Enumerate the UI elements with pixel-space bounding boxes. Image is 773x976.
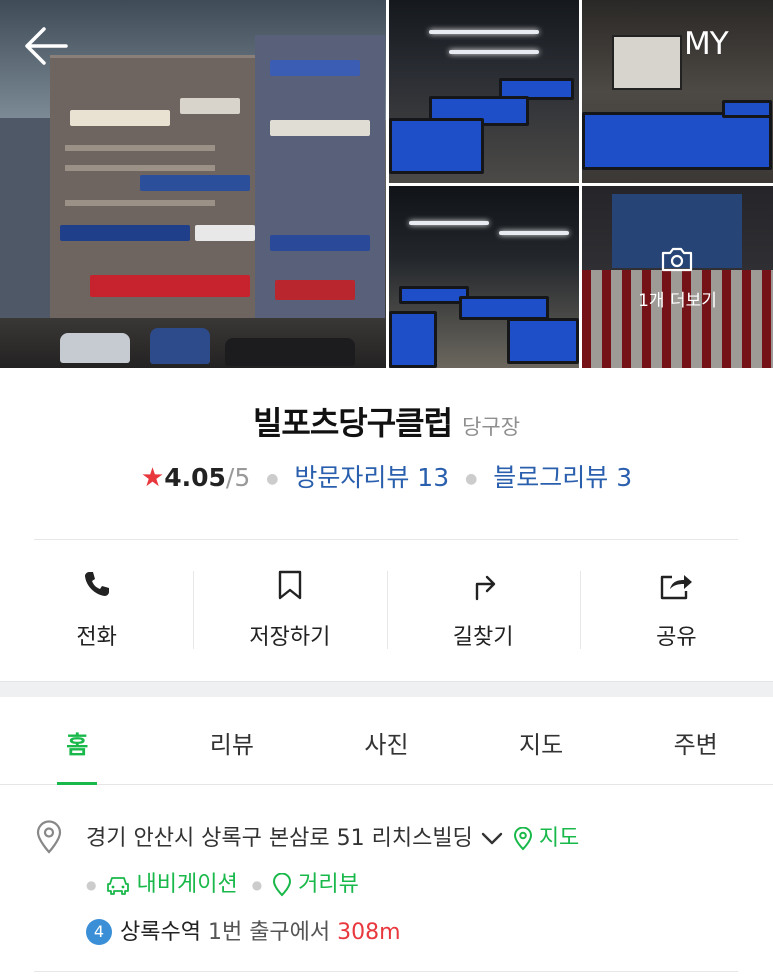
photo-billiard-table bbox=[389, 118, 484, 174]
share-icon bbox=[661, 575, 693, 600]
photo-sign bbox=[180, 98, 240, 114]
photo-billiard-table bbox=[582, 112, 772, 170]
photo-windows bbox=[65, 200, 215, 206]
photo-sign bbox=[70, 110, 170, 126]
save-label: 저장하기 bbox=[249, 625, 331, 650]
map-link-label: 지도 bbox=[538, 826, 580, 851]
street-view-link[interactable]: 거리뷰 bbox=[272, 872, 359, 897]
subway-line-badge: 4 bbox=[86, 919, 112, 945]
call-button[interactable]: 전화 bbox=[0, 555, 193, 665]
action-bar: 전화 저장하기 길찾기 공유 bbox=[0, 555, 773, 665]
divider bbox=[34, 971, 738, 972]
car-icon bbox=[107, 877, 130, 895]
station-name: 상록수역 bbox=[120, 920, 201, 945]
camera-icon bbox=[661, 247, 693, 272]
street-view-pin-icon bbox=[273, 872, 292, 897]
photo-sign bbox=[270, 120, 370, 136]
phone-icon bbox=[84, 572, 109, 596]
star-icon: ★ bbox=[140, 463, 165, 493]
photo-building-right bbox=[255, 35, 385, 320]
photo-interior-1[interactable] bbox=[389, 0, 579, 183]
photo-sign bbox=[60, 225, 190, 241]
divider bbox=[34, 539, 738, 540]
rating-max: /5 bbox=[225, 463, 251, 492]
transit-row: 4 상록수역 1번 출구에서 308m bbox=[86, 914, 401, 946]
exit-info: 1번 출구에서 bbox=[200, 920, 338, 945]
photo-interior-4[interactable]: 1개 더보기 bbox=[582, 186, 773, 368]
separator-dot: ● bbox=[465, 471, 478, 487]
my-button[interactable]: MY bbox=[684, 26, 729, 62]
rating-score: 4.05 bbox=[164, 463, 226, 492]
navigation-link[interactable]: 내비게이션 bbox=[106, 872, 238, 897]
photo-car bbox=[225, 338, 355, 366]
share-button[interactable]: 공유 bbox=[579, 555, 773, 665]
photo-ceiling-light bbox=[499, 231, 569, 235]
tab-map[interactable]: 지도 bbox=[464, 697, 619, 784]
navigation-label: 내비게이션 bbox=[136, 872, 238, 897]
call-label: 전화 bbox=[76, 625, 117, 650]
tab-nearby[interactable]: 주변 bbox=[618, 697, 773, 784]
more-photos-overlay bbox=[582, 186, 773, 368]
place-name: 빌포츠당구클럽 bbox=[252, 404, 453, 442]
tab-photos[interactable]: 사진 bbox=[309, 697, 464, 784]
photo-sign bbox=[195, 225, 255, 241]
bookmark-icon bbox=[278, 570, 302, 600]
photo-wall-frame bbox=[612, 35, 682, 90]
photo-truck bbox=[150, 328, 210, 364]
photo-sign bbox=[140, 175, 250, 191]
map-pin-icon bbox=[513, 827, 532, 851]
chevron-down-icon[interactable] bbox=[481, 832, 503, 846]
photo-gallery: 1개 더보기 MY bbox=[0, 0, 773, 368]
more-photos-link[interactable]: 1개 더보기 bbox=[582, 286, 773, 311]
photo-sign bbox=[270, 60, 360, 76]
photo-windows bbox=[65, 165, 215, 171]
bullet-dot: ● bbox=[86, 878, 97, 892]
photo-ceiling-light bbox=[449, 50, 539, 54]
tab-home[interactable]: 홈 bbox=[0, 697, 155, 784]
address-links-row: ● 내비게이션 ● 거리뷰 bbox=[86, 866, 359, 898]
place-title: 빌포츠당구클럽 당구장 bbox=[0, 398, 773, 444]
directions-icon bbox=[475, 575, 496, 601]
photo-ceiling-light bbox=[409, 221, 489, 225]
place-category: 당구장 bbox=[462, 415, 521, 439]
photo-billiard-table bbox=[722, 100, 772, 118]
street-view-label: 거리뷰 bbox=[298, 872, 359, 897]
tab-reviews[interactable]: 리뷰 bbox=[155, 697, 310, 784]
share-label: 공유 bbox=[656, 625, 697, 650]
location-pin-icon bbox=[36, 820, 62, 854]
separator-dot: ● bbox=[266, 471, 279, 487]
directions-button[interactable]: 길찾기 bbox=[386, 555, 580, 665]
photo-ceiling-light bbox=[429, 30, 539, 34]
photo-billiard-table bbox=[389, 311, 437, 368]
address-text: 경기 안산시 상록구 본삼로 51 리치스빌딩 bbox=[86, 826, 473, 851]
bullet-dot: ● bbox=[251, 878, 263, 892]
photo-sign bbox=[90, 275, 250, 297]
blog-reviews-link[interactable]: 블로그리뷰 3 bbox=[493, 463, 632, 492]
save-button[interactable]: 저장하기 bbox=[193, 555, 386, 665]
photo-sign bbox=[270, 235, 370, 251]
visitor-reviews-link[interactable]: 방문자리뷰 13 bbox=[294, 463, 449, 492]
address-row: 경기 안산시 상록구 본삼로 51 리치스빌딩 지도 bbox=[86, 820, 579, 852]
directions-label: 길찾기 bbox=[452, 625, 514, 650]
rating-summary: ★4.05/5 ● 방문자리뷰 13 ● 블로그리뷰 3 bbox=[0, 458, 773, 494]
photo-interior-3[interactable] bbox=[389, 186, 579, 368]
photo-interior-2[interactable] bbox=[582, 0, 773, 183]
photo-sign bbox=[275, 280, 355, 300]
photo-windows bbox=[65, 145, 215, 151]
photo-billiard-table bbox=[459, 296, 549, 320]
section-separator bbox=[0, 681, 773, 697]
walking-distance: 308m bbox=[337, 920, 401, 945]
back-arrow-icon[interactable] bbox=[22, 24, 70, 68]
map-link[interactable]: 지도 bbox=[513, 826, 579, 851]
tab-bar: 홈 리뷰 사진 지도 주변 bbox=[0, 697, 773, 785]
photo-car bbox=[60, 333, 130, 363]
photo-billiard-table bbox=[507, 318, 579, 364]
